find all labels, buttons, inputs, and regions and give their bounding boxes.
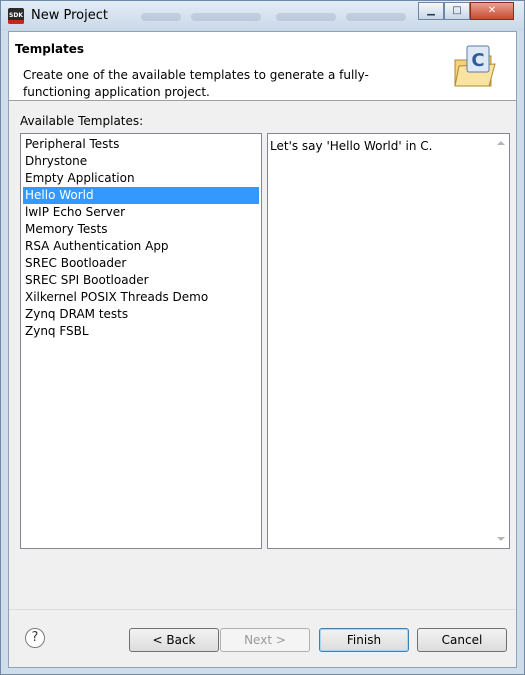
svg-text:C: C: [471, 50, 484, 71]
title-bar[interactable]: SDK New Project ▁ □ ✕: [1, 1, 524, 31]
list-item[interactable]: Zynq FSBL: [23, 323, 259, 340]
template-description-panel: Let's say 'Hello World' in C.: [267, 133, 510, 549]
scroll-down-arrow-icon[interactable]: [497, 537, 505, 541]
help-button[interactable]: ?: [25, 628, 45, 648]
scroll-up-arrow-icon[interactable]: [497, 141, 505, 145]
list-item[interactable]: Hello World: [23, 187, 259, 204]
back-button[interactable]: < Back: [129, 628, 219, 652]
list-item[interactable]: Peripheral Tests: [23, 136, 259, 153]
c-folder-icon: C: [454, 45, 496, 87]
background-tab-ghost: [141, 13, 181, 21]
list-item[interactable]: lwIP Echo Server: [23, 204, 259, 221]
templates-list[interactable]: Peripheral Tests Dhrystone Empty Applicati…: [20, 133, 262, 549]
wizard-banner: Templates Create one of the available te…: [9, 32, 516, 101]
dialog-client-area: Templates Create one of the available te…: [8, 31, 517, 668]
finish-button[interactable]: Finish: [319, 628, 409, 652]
sdk-app-icon: SDK: [8, 8, 24, 24]
list-item[interactable]: Zynq DRAM tests: [23, 306, 259, 323]
background-tab-ghost: [191, 13, 261, 21]
window-title: New Project: [31, 8, 108, 23]
new-project-window: SDK New Project ▁ □ ✕ Templates Create o…: [0, 0, 525, 675]
background-tab-ghost: [276, 13, 336, 21]
minimize-icon: ▁: [427, 5, 435, 16]
list-item[interactable]: Xilkernel POSIX Threads Demo: [23, 289, 259, 306]
page-description: Create one of the available templates to…: [23, 68, 369, 99]
page-title: Templates: [15, 42, 85, 56]
help-icon: ?: [31, 630, 39, 645]
close-button[interactable]: ✕: [470, 2, 514, 20]
next-button[interactable]: Next >: [220, 628, 310, 652]
close-icon: ✕: [487, 5, 497, 16]
background-tab-ghost: [346, 13, 406, 21]
list-item[interactable]: SREC SPI Bootloader: [23, 272, 259, 289]
maximize-button[interactable]: □: [444, 2, 470, 20]
maximize-icon: □: [452, 5, 462, 16]
list-item[interactable]: Memory Tests: [23, 221, 259, 238]
list-item[interactable]: RSA Authentication App: [23, 238, 259, 255]
minimize-button[interactable]: ▁: [418, 2, 444, 20]
list-item[interactable]: SREC Bootloader: [23, 255, 259, 272]
available-templates-label: Available Templates:: [20, 114, 144, 128]
footer-divider: [9, 609, 516, 610]
list-item[interactable]: Empty Application: [23, 170, 259, 187]
description-scrollbar[interactable]: [493, 134, 509, 548]
list-item[interactable]: Dhrystone: [23, 153, 259, 170]
cancel-button[interactable]: Cancel: [417, 628, 507, 652]
template-description-text: Let's say 'Hello World' in C.: [270, 139, 433, 153]
